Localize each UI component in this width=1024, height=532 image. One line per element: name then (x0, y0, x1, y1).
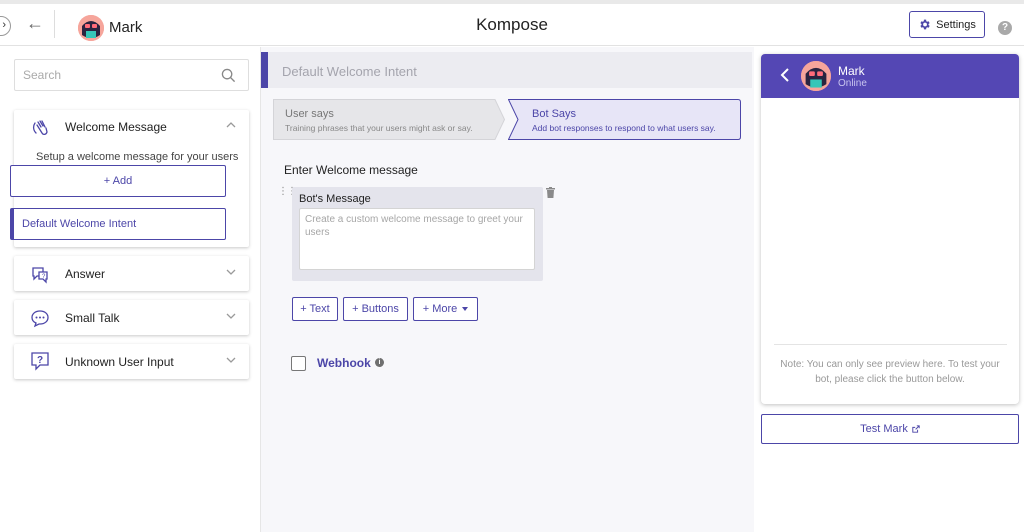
bot-message-card: Bot's Message (292, 187, 543, 281)
bot-message-title: Bot's Message (299, 193, 371, 205)
webhook-checkbox[interactable] (291, 356, 306, 371)
step-user-says[interactable]: User says Training phrases that your use… (273, 99, 505, 140)
svg-text:?: ? (37, 355, 43, 366)
intent-item-default-welcome[interactable]: Default Welcome Intent (10, 208, 226, 240)
expand-panel-icon[interactable]: › (0, 16, 11, 36)
chevron-down-icon[interactable] (225, 266, 237, 278)
sidebar: Welcome Message Setup a welcome message … (0, 47, 261, 532)
chevron-down-icon[interactable] (225, 310, 237, 322)
caret-down-icon (462, 307, 469, 312)
preview-bot-avatar (801, 61, 831, 91)
webhook-label[interactable]: Webhook (317, 356, 371, 370)
intent-editor: Default Welcome Intent User says Trainin… (261, 47, 754, 532)
search-input[interactable] (15, 60, 215, 90)
section-title: Answer (65, 267, 106, 281)
chat-question-icon: ? (32, 267, 48, 284)
section-subtitle: Setup a welcome message for your users (36, 151, 239, 163)
section-title: Welcome Message (65, 120, 167, 134)
step-title: User says (285, 108, 334, 120)
enter-message-label: Enter Welcome message (284, 163, 418, 177)
chat-dots-icon (31, 310, 49, 328)
add-intent-button[interactable]: + Add (10, 165, 226, 197)
section-unknown-user-input[interactable]: ? Unknown User Input (14, 344, 249, 379)
settings-button[interactable]: Settings (909, 11, 985, 38)
trash-icon[interactable] (546, 187, 555, 198)
gear-icon (920, 19, 930, 30)
section-title: Unknown User Input (65, 355, 174, 369)
add-buttons-button[interactable]: + Buttons (343, 297, 408, 321)
section-answer[interactable]: ? Answer (14, 256, 249, 291)
preview-status: Online (838, 78, 867, 89)
question-icon[interactable]: ? (998, 21, 1012, 35)
external-link-icon (912, 425, 920, 433)
search-icon[interactable] (221, 68, 236, 83)
wave-hand-icon (32, 120, 48, 136)
intent-title: Default Welcome Intent (282, 64, 417, 79)
header-divider (54, 10, 55, 38)
preview-header: Mark Online (761, 54, 1019, 98)
step-description: Add bot responses to respond to what use… (532, 123, 716, 133)
search-box (14, 59, 249, 91)
chevron-down-icon[interactable] (225, 354, 237, 366)
step-title: Bot Says (532, 108, 577, 120)
preview-divider (774, 344, 1007, 345)
section-header-welcome-message[interactable]: Welcome Message (14, 110, 249, 142)
back-arrow-icon[interactable]: ← (26, 13, 44, 34)
intent-title-bar: Default Welcome Intent (261, 52, 752, 88)
section-small-talk[interactable]: Small Talk (14, 300, 249, 335)
more-label: + More (422, 303, 458, 315)
info-icon[interactable]: i (375, 358, 384, 367)
test-bot-button[interactable]: Test Mark (761, 414, 1019, 444)
add-more-dropdown[interactable]: + More (413, 297, 478, 321)
section-title: Small Talk (65, 311, 120, 325)
app-title: Kompose (476, 15, 548, 34)
add-text-button[interactable]: + Text (292, 297, 338, 321)
bot-name: Mark (109, 19, 143, 36)
welcome-message-input[interactable] (299, 208, 535, 270)
settings-label: Settings (936, 18, 976, 31)
bot-avatar (78, 15, 104, 41)
preview-note: Note: You can only see preview here. To … (780, 359, 1000, 385)
chevron-left-icon[interactable] (780, 68, 790, 82)
step-description: Training phrases that your users might a… (285, 123, 473, 133)
preview-bot-name: Mark (838, 64, 865, 78)
test-bot-label: Test Mark (860, 423, 908, 435)
app-header: › ← Mark Kompose Settings ? (0, 4, 1024, 46)
unknown-input-icon: ? (31, 352, 49, 371)
step-bot-says[interactable]: Bot Says Add bot responses to respond to… (508, 99, 741, 140)
chevron-up-icon[interactable] (225, 119, 237, 131)
chat-preview: Mark Online Note: You can only see previ… (761, 54, 1019, 404)
